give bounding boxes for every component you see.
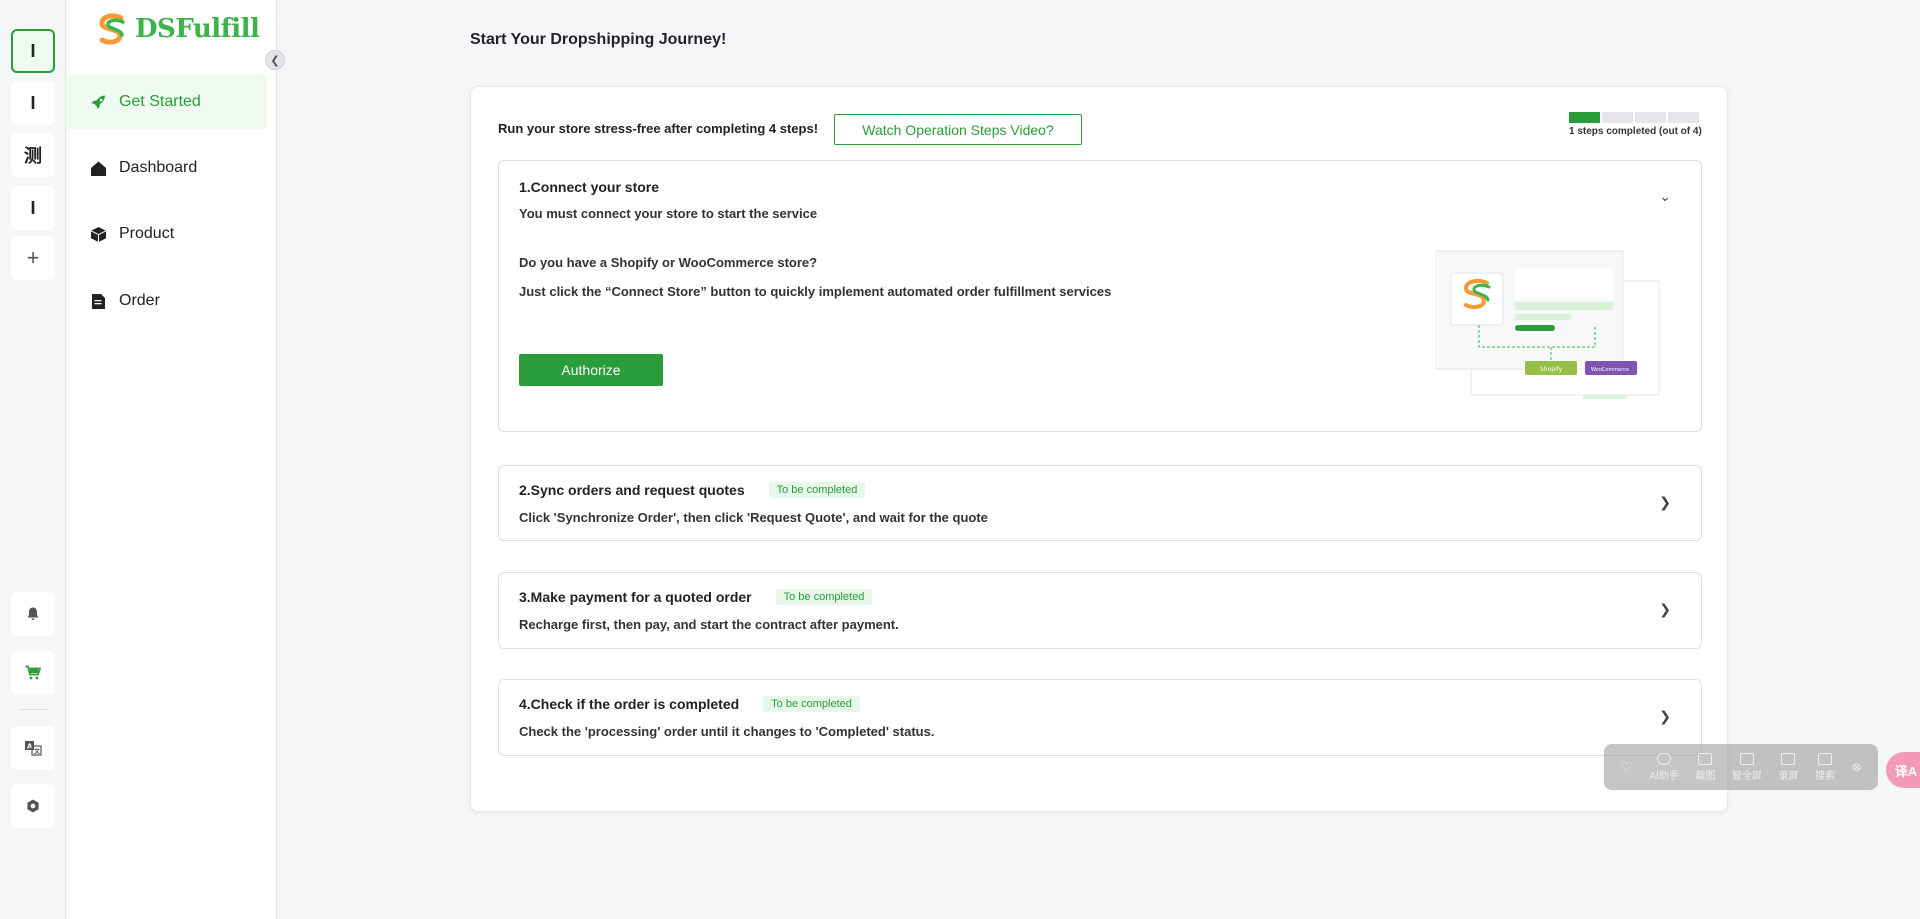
step-sync-orders[interactable]: 2.Sync orders and request quotes To be c… [498, 465, 1702, 541]
step-question: Do you have a Shopify or WooCommerce sto… [519, 255, 818, 270]
tool-label: 智全屏 [1731, 770, 1762, 782]
gear-icon [27, 799, 39, 813]
onboarding-card: Run your store stress-free after complet… [470, 86, 1728, 812]
home-icon [89, 159, 107, 177]
settings-button[interactable] [11, 784, 55, 828]
step-title-text: 1.Connect your store [519, 179, 660, 195]
svg-text:文: 文 [33, 748, 41, 756]
brand-name: DSFulfill [135, 14, 260, 44]
shopify-label: Shopify [1540, 366, 1563, 373]
box-icon [89, 225, 107, 243]
video-icon [1781, 752, 1796, 765]
sidebar-item-label: Get Started [119, 93, 201, 110]
rocket-icon [89, 93, 107, 111]
monitor-icon [1739, 752, 1754, 765]
step-title-text: 4.Check if the order is completed [519, 696, 740, 712]
search-tool[interactable]: 搜索 [1815, 752, 1836, 782]
connect-store-illustration: Shopify WooCommerce [1434, 237, 1665, 417]
status-badge: To be completed [775, 589, 873, 605]
bell-icon [27, 607, 39, 620]
woocommerce-label: WooCommerce [1591, 367, 1629, 373]
watch-video-button[interactable]: Watch Operation Steps Video? [834, 114, 1082, 145]
fullscreen-tool[interactable]: 智全屏 [1731, 752, 1762, 782]
screenshot-tool[interactable]: 截图 [1695, 752, 1716, 782]
brand-logo[interactable]: DSFulfill [93, 10, 260, 48]
step-title: 1.Connect your store [519, 179, 659, 195]
close-icon: ⊗ [1851, 760, 1862, 774]
floating-toolbar: ♡ AI助手 截图 智全屏 录屏 搜索 ⊗ [1604, 744, 1878, 790]
tool-label: 录屏 [1778, 770, 1799, 782]
chevron-down-icon[interactable]: ⌄ [1659, 188, 1671, 205]
progress-segment [1668, 112, 1699, 123]
progress-segment [1602, 112, 1633, 123]
status-badge: To be completed [763, 696, 860, 712]
sidebar-item-get-started[interactable]: Get Started [67, 75, 267, 129]
step-title: 2.Sync orders and request quotes To be c… [519, 482, 866, 498]
sidebar: DSFulfill ❮ Get Started Dashboard Produc… [67, 0, 285, 919]
workspace-switch-2[interactable]: I [11, 81, 55, 125]
progress-segment [1635, 112, 1666, 123]
notification-button[interactable] [11, 592, 55, 636]
step-description: Click 'Synchronize Order', then click 'R… [519, 510, 988, 525]
record-tool[interactable]: 录屏 [1778, 752, 1799, 782]
translate-floating-button[interactable]: 译A [1886, 752, 1920, 788]
step-make-payment[interactable]: 3.Make payment for a quoted order To be … [498, 572, 1702, 649]
page-title: Start Your Dropshipping Journey! [470, 31, 727, 48]
progress-text: 1 steps completed (out of 4) [1569, 126, 1702, 137]
step-connect-store: 1.Connect your store You must connect yo… [498, 160, 1702, 432]
cart-button[interactable] [11, 651, 55, 695]
rail-divider [20, 709, 48, 710]
collapse-sidebar-button[interactable]: ❮ [265, 50, 285, 70]
step-title: 3.Make payment for a quoted order To be … [519, 589, 873, 605]
close-toolbar-button[interactable]: ⊗ [1852, 760, 1862, 774]
dsfulfill-logo-icon [99, 13, 125, 45]
tool-label: 搜索 [1815, 770, 1836, 782]
status-badge: To be completed [768, 482, 866, 498]
step-description: Check the 'processing' order until it ch… [519, 724, 935, 739]
step-description: Recharge first, then pay, and start the … [519, 617, 899, 632]
step-title-text: 2.Sync orders and request quotes [519, 482, 745, 498]
sidebar-item-dashboard[interactable]: Dashboard [67, 141, 267, 195]
step-title: 4.Check if the order is completed To be … [519, 696, 860, 712]
sidebar-item-product[interactable]: Product [67, 207, 267, 261]
step-check-order[interactable]: 4.Check if the order is completed To be … [498, 679, 1702, 756]
chevron-left-icon: ❮ [270, 54, 280, 67]
ai-assistant-tool[interactable]: AI助手 [1649, 752, 1679, 782]
cart-icon [25, 665, 42, 680]
step-instruction: Just click the “Connect Store” button to… [519, 284, 1112, 299]
tool-label: 截图 [1695, 770, 1716, 782]
workspace-rail: I I 测 I + A文 [0, 0, 66, 919]
sidebar-item-label: Dashboard [119, 159, 198, 176]
camera-icon [1698, 752, 1713, 765]
progress-segment [1569, 112, 1600, 123]
steps-intro-text: Run your store stress-free after complet… [498, 121, 819, 136]
progress-bar [1569, 112, 1699, 123]
document-icon [89, 292, 107, 310]
workspace-switch-1[interactable]: I [11, 29, 55, 73]
chevron-right-icon[interactable]: ❯ [1659, 708, 1671, 725]
authorize-button[interactable]: Authorize [519, 354, 663, 386]
favorite-tool[interactable]: ♡ [1620, 759, 1633, 776]
workspace-switch-3[interactable]: 测 [11, 133, 55, 177]
search-icon [1818, 752, 1833, 765]
ai-icon [1657, 752, 1672, 765]
tool-label: AI助手 [1649, 770, 1679, 782]
translate-icon: A文 [25, 741, 42, 756]
language-button[interactable]: A文 [11, 726, 55, 770]
sidebar-item-label: Product [119, 225, 175, 242]
step-description: You must connect your store to start the… [519, 206, 818, 221]
chevron-right-icon[interactable]: ❯ [1659, 601, 1671, 618]
heart-icon: ♡ [1620, 758, 1633, 775]
sidebar-item-label: Order [119, 292, 160, 309]
steps-progress: 1 steps completed (out of 4) [1569, 112, 1702, 137]
add-workspace-button[interactable]: + [11, 236, 55, 280]
workspace-switch-4[interactable]: I [11, 186, 55, 230]
chevron-right-icon[interactable]: ❯ [1659, 494, 1671, 511]
sidebar-item-order[interactable]: Order [67, 274, 267, 328]
step-title-text: 3.Make payment for a quoted order [519, 589, 752, 605]
